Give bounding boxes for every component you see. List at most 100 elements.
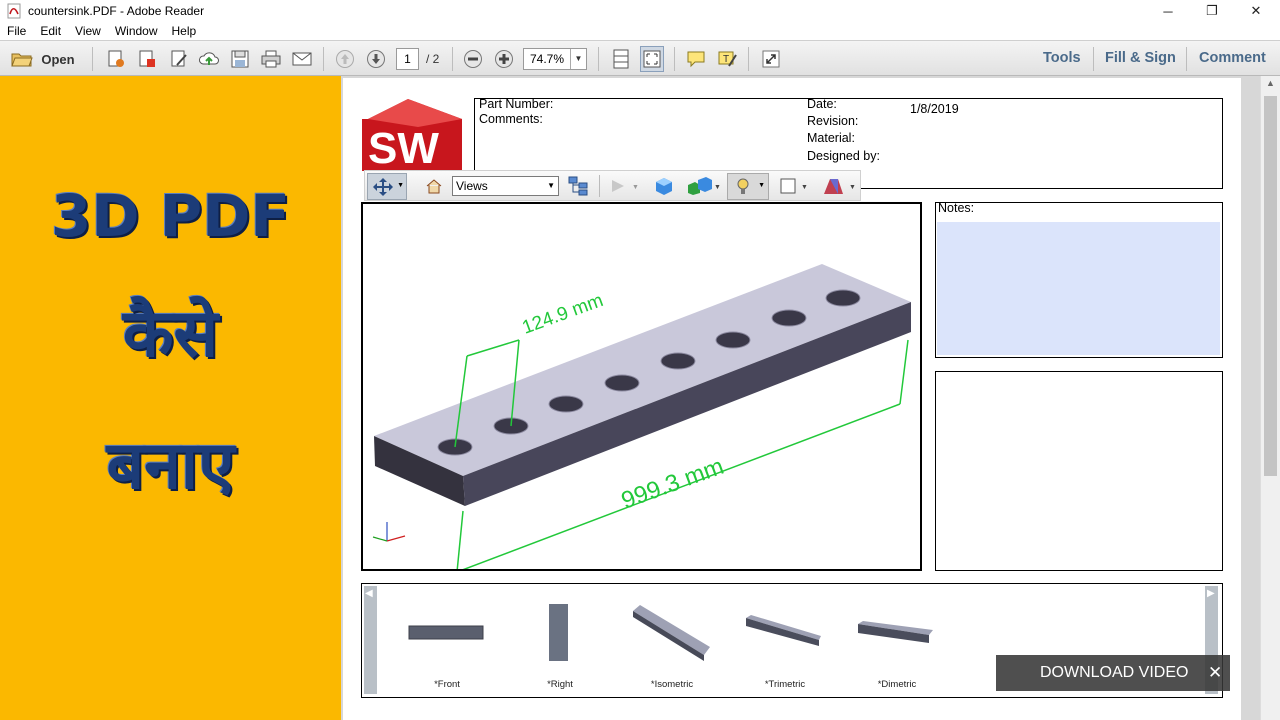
menu-file[interactable]: File [0, 24, 33, 38]
download-video-bar[interactable]: DOWNLOAD VIDEO ✕ [996, 655, 1230, 691]
view-thumb-trimetric[interactable] [745, 614, 823, 650]
sticky-note-icon[interactable] [684, 46, 708, 72]
overlay-title-line3: बनाए [106, 427, 235, 504]
background-color-icon[interactable]: ▼ [780, 178, 812, 194]
play-animation-icon[interactable]: ▼ [610, 179, 640, 193]
hole-5 [660, 352, 696, 370]
zoom-value: 74.7% [530, 52, 565, 66]
date-label: Date: [807, 97, 837, 111]
lighting-button[interactable]: ▼ [727, 173, 769, 200]
model-tree-icon[interactable] [568, 176, 588, 196]
zoom-in-button[interactable] [492, 46, 516, 72]
convert-pdf-icon[interactable] [135, 46, 159, 72]
fill-sign-pane-link[interactable]: Fill & Sign [1105, 50, 1176, 66]
page-number-input[interactable]: 1 [396, 48, 419, 70]
view-thumb-isometric[interactable] [632, 603, 712, 663]
svg-text:▼: ▼ [801, 184, 808, 191]
print-icon[interactable] [259, 46, 283, 72]
menu-view[interactable]: View [68, 24, 108, 38]
dim-length-extension-2 [899, 339, 909, 405]
view-thumb-right[interactable] [548, 603, 570, 663]
scrollbar-thumb[interactable] [1264, 96, 1277, 476]
menu-help[interactable]: Help [165, 24, 204, 38]
next-page-button[interactable] [364, 46, 388, 72]
notes-field[interactable] [937, 222, 1220, 355]
expand-icon[interactable] [759, 46, 783, 72]
dim-width-line [466, 339, 520, 357]
comments-label: Comments: [479, 112, 543, 126]
svg-text:T: T [723, 54, 729, 65]
notes-label: Notes: [938, 201, 975, 215]
chevron-down-icon: ▼ [547, 181, 555, 190]
tools-pane-link[interactable]: Tools [1043, 50, 1081, 66]
rotate-tool-button[interactable]: ▼ [367, 173, 407, 200]
hole-4 [604, 374, 640, 392]
menu-bar: File Edit View Window Help [0, 22, 1280, 40]
scroll-up-icon[interactable]: ▲ [1261, 78, 1280, 94]
fit-page-icon[interactable] [609, 46, 633, 72]
svg-text:▼: ▼ [632, 184, 639, 191]
close-icon[interactable]: ✕ [1208, 663, 1222, 683]
rotate-icon [373, 178, 393, 196]
close-window-button[interactable]: ✕ [1234, 0, 1278, 22]
title-overlay-panel [0, 76, 341, 720]
zoom-out-button[interactable] [461, 46, 485, 72]
view-thumb-front[interactable] [408, 625, 484, 641]
create-pdf-icon[interactable] [104, 46, 128, 72]
chevron-down-icon: ▼ [397, 182, 404, 189]
adobe-reader-icon [7, 3, 21, 19]
cross-section-icon[interactable]: ▼ [821, 176, 859, 196]
arrow-right-icon: ▶ [1207, 588, 1215, 599]
hole-6 [715, 331, 751, 349]
hole-7 [771, 309, 807, 327]
menu-edit[interactable]: Edit [33, 24, 68, 38]
3d-model-viewport[interactable]: 124.9 mm 999.3 mm [361, 202, 922, 571]
carousel-prev-button[interactable]: ◀ [364, 586, 377, 694]
open-label: Open [41, 51, 75, 67]
view-label-isometric: *Isometric [650, 679, 694, 690]
revision-label: Revision: [807, 114, 859, 128]
menu-window[interactable]: Window [108, 24, 165, 38]
minimize-button[interactable]: ─ [1146, 0, 1190, 22]
open-button[interactable]: Open [8, 46, 78, 72]
arrow-left-icon: ◀ [365, 588, 373, 599]
date-value: 1/8/2019 [910, 102, 959, 116]
3d-toolbar: ▼ Views ▼ ▼ ▼ ▼ ▼ ▼ [364, 170, 861, 201]
views-select[interactable]: Views ▼ [452, 176, 559, 196]
views-select-value: Views [456, 179, 488, 193]
chevron-down-icon: ▼ [570, 49, 586, 69]
email-icon[interactable] [290, 46, 314, 72]
dim-length-text: 999.3 mm [618, 453, 728, 515]
hole-3 [548, 395, 584, 413]
fit-window-icon[interactable] [640, 46, 664, 72]
projection-cube-icon[interactable] [654, 176, 674, 196]
view-label-right: *Right [547, 679, 573, 690]
view-thumb-dimetric[interactable] [857, 620, 935, 646]
hole-8 [825, 289, 861, 307]
part-number-label: Part Number: [479, 97, 554, 111]
chevron-down-icon: ▼ [758, 182, 765, 189]
dim-length-extension-1 [456, 510, 464, 569]
render-mode-icon[interactable]: ▼ [685, 176, 723, 196]
lighting-icon [737, 178, 749, 194]
highlight-text-icon[interactable]: T [715, 46, 739, 72]
previous-page-button[interactable] [333, 46, 357, 72]
view-label-trimetric: *Trimetric [764, 679, 806, 690]
vertical-scrollbar[interactable]: ▲ [1260, 76, 1280, 720]
edit-pdf-icon[interactable] [167, 46, 191, 72]
overlay-title-line2: कैसे [122, 295, 219, 372]
title-bar: countersink.PDF - Adobe Reader ─ ❐ ✕ [0, 0, 1280, 22]
notes-box: Notes: [935, 201, 1223, 358]
empty-info-box [935, 371, 1223, 571]
main-toolbar: Open 1 / 2 74.7% ▼ T Tools Fill & Sign C… [0, 40, 1280, 76]
zoom-select[interactable]: 74.7% ▼ [523, 48, 587, 70]
designed-by-label: Designed by: [807, 149, 880, 163]
restore-button[interactable]: ❐ [1190, 0, 1234, 22]
comment-pane-link[interactable]: Comment [1199, 50, 1266, 66]
logo-text: SW [368, 124, 439, 171]
save-icon[interactable] [228, 46, 252, 72]
view-label-dimetric: *Dimetric [877, 679, 917, 690]
download-video-label: DOWNLOAD VIDEO [1040, 664, 1189, 681]
home-icon[interactable] [425, 178, 443, 194]
upload-cloud-icon[interactable] [197, 46, 221, 72]
